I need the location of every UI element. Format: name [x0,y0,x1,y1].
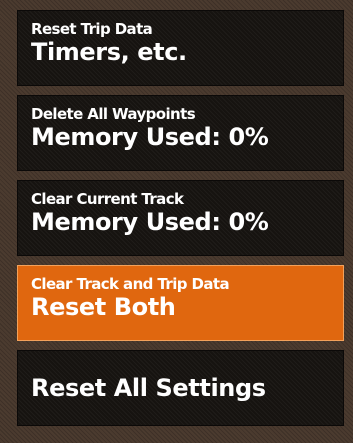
item-label: Reset Trip Data [31,20,153,38]
reset-all-settings-item[interactable]: Reset All Settings [17,350,344,426]
clear-track-and-trip-data-item[interactable]: Clear Track and Trip Data Reset Both [17,265,344,341]
reset-options-list: Reset Trip Data Timers, etc. Delete All … [17,10,344,435]
delete-all-waypoints-item[interactable]: Delete All Waypoints Memory Used: 0% [17,95,344,171]
item-value: Timers, etc. [31,38,187,66]
reset-menu-screen: Reset Trip Data Timers, etc. Delete All … [0,0,353,443]
item-value: Memory Used: 0% [31,123,269,151]
clear-current-track-item[interactable]: Clear Current Track Memory Used: 0% [17,180,344,256]
item-label: Clear Track and Trip Data [31,275,230,293]
item-value: Memory Used: 0% [31,208,269,236]
item-label: Delete All Waypoints [31,105,196,123]
item-value: Reset Both [31,293,176,321]
reset-trip-data-item[interactable]: Reset Trip Data Timers, etc. [17,10,344,86]
item-label: Clear Current Track [31,190,184,208]
item-value: Reset All Settings [31,374,266,402]
